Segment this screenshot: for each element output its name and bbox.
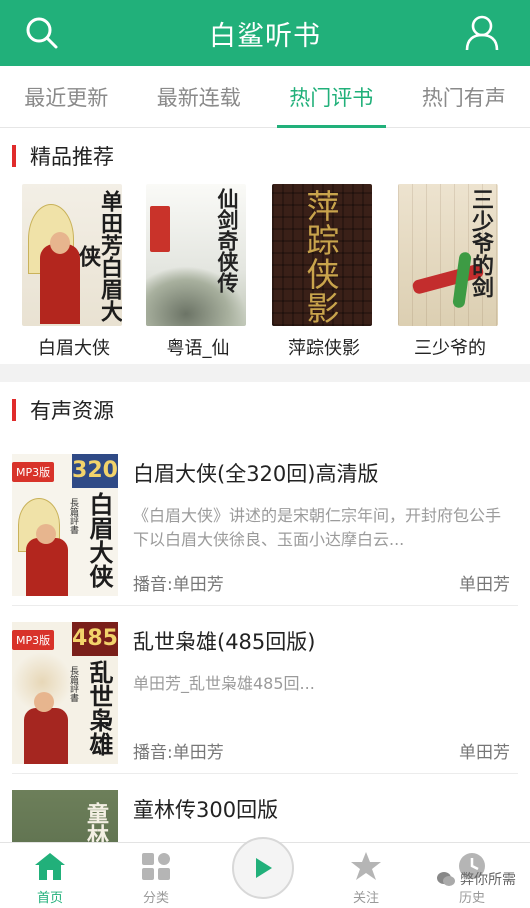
star-icon (351, 852, 381, 880)
book-title: 童林传300回版 (133, 798, 279, 822)
episode-count-badge: 320 (72, 454, 118, 488)
audio-heading: 有声资源 (30, 399, 114, 423)
book-cover: 仙剑奇侠传 (146, 184, 246, 326)
cover-title: 萍踪侠影 (306, 187, 340, 326)
book-cover: 单田芳白眉大侠 (22, 184, 122, 326)
mp3-badge: MP3版 (12, 462, 55, 482)
book-description: 《白眉大侠》讲述的是宋朝仁宗年间，开封府包公手下以白眉大侠徐良、玉面小达摩白云.… (133, 506, 502, 549)
featured-book-title: 粤语_仙 (166, 338, 230, 359)
category-tabs: 最近更新 最新连载 热门评书 热门有声 (0, 66, 530, 128)
cover-title: 单田芳白眉大侠 (75, 190, 122, 322)
episode-count-badge: 485 (72, 622, 118, 656)
book-title: 白眉大侠(全320回)高清版 (133, 462, 379, 486)
featured-book-title: 白眉大侠 (38, 338, 110, 359)
audio-section: 有声资源 MP3版 320 白眉大侠 長篇評書 白眉大侠(全320回)高清版 《… (0, 382, 530, 908)
mp3-badge: MP3版 (12, 630, 55, 650)
book-cover: 三少爷的剑 (398, 184, 498, 326)
watermark: 弊你所需 (436, 869, 516, 889)
app-title: 白鲨听书 (209, 20, 321, 52)
featured-heading: 精品推荐 (30, 145, 114, 169)
section-marker (12, 145, 16, 167)
cover-title: 仙剑奇侠传 (215, 188, 239, 293)
book-cover: MP3版 320 白眉大侠 長篇評書 (12, 454, 118, 596)
cover-title: 白眉大侠 (85, 492, 114, 588)
nav-category[interactable]: 分类 (116, 851, 196, 906)
book-cover: MP3版 485 乱世枭雄 長篇評書 (12, 622, 118, 764)
tab-hot-storytelling[interactable]: 热门评书 (265, 66, 398, 128)
watermark-text: 弊你所需 (460, 872, 516, 888)
author: 单田芳 (459, 575, 510, 595)
nav-follow[interactable]: 关注 (326, 851, 406, 906)
featured-book[interactable]: 仙剑奇侠传 粤语_仙 (146, 184, 250, 360)
book-cover: 萍踪侠影 (272, 184, 372, 326)
app-screen: 白鲨听书 最近更新 最新连载 热门评书 热门有声 精品推荐 单田芳白眉大侠 白眉… (0, 0, 530, 908)
cover-subtitle: 長篇評書 (68, 666, 78, 702)
author: 单田芳 (459, 743, 510, 763)
cover-title: 童林 (83, 802, 109, 846)
top-bar: 白鲨听书 (0, 0, 530, 66)
nav-label: 关注 (352, 891, 379, 906)
audio-header: 有声资源 (0, 382, 530, 438)
nav-label: 历史 (458, 891, 485, 906)
category-icon (142, 853, 170, 880)
user-icon[interactable] (462, 13, 502, 53)
cover-title: 三少爷的剑 (468, 188, 493, 298)
cover-title: 乱世枭雄 (85, 660, 114, 756)
featured-section: 精品推荐 单田芳白眉大侠 白眉大侠 仙剑奇侠传 粤语_仙 萍踪侠影 萍踪侠影 三… (0, 128, 530, 364)
home-icon (35, 853, 65, 880)
section-divider (0, 364, 530, 382)
featured-book[interactable]: 三少爷的剑 三少爷的 (398, 184, 502, 360)
nav-label: 首页 (36, 891, 63, 906)
nav-label: 分类 (142, 891, 169, 906)
tab-recent-updates[interactable]: 最近更新 (0, 66, 133, 127)
list-item[interactable]: MP3版 320 白眉大侠 長篇評書 白眉大侠(全320回)高清版 《白眉大侠》… (0, 438, 530, 606)
featured-book[interactable]: 单田芳白眉大侠 白眉大侠 (22, 184, 126, 360)
cover-subtitle: 長篇評書 (68, 498, 78, 534)
featured-header: 精品推荐 (0, 128, 530, 184)
featured-book[interactable]: 萍踪侠影 萍踪侠影 (272, 184, 376, 360)
bottom-nav: 首页 分类 关注 历史 弊你所需 (0, 837, 530, 908)
section-marker (12, 399, 16, 421)
book-description: 单田芳_乱世枭雄485回... (133, 674, 315, 693)
play-icon (256, 858, 272, 878)
narrator: 播音:单田芳 (133, 743, 224, 763)
search-icon[interactable] (22, 13, 62, 53)
tab-hot-audio[interactable]: 热门有声 (398, 66, 530, 127)
book-title: 乱世枭雄(485回版) (133, 630, 316, 654)
wechat-icon (437, 872, 455, 886)
tab-new-serials[interactable]: 最新连载 (133, 66, 266, 127)
narrator: 播音:单田芳 (133, 575, 224, 595)
featured-book-title: 三少爷的 (414, 338, 486, 359)
nav-home[interactable]: 首页 (10, 851, 90, 906)
play-button[interactable] (232, 837, 294, 899)
list-item[interactable]: MP3版 485 乱世枭雄 長篇評書 乱世枭雄(485回版) 单田芳_乱世枭雄4… (0, 606, 530, 774)
featured-book-title: 萍踪侠影 (288, 338, 360, 359)
